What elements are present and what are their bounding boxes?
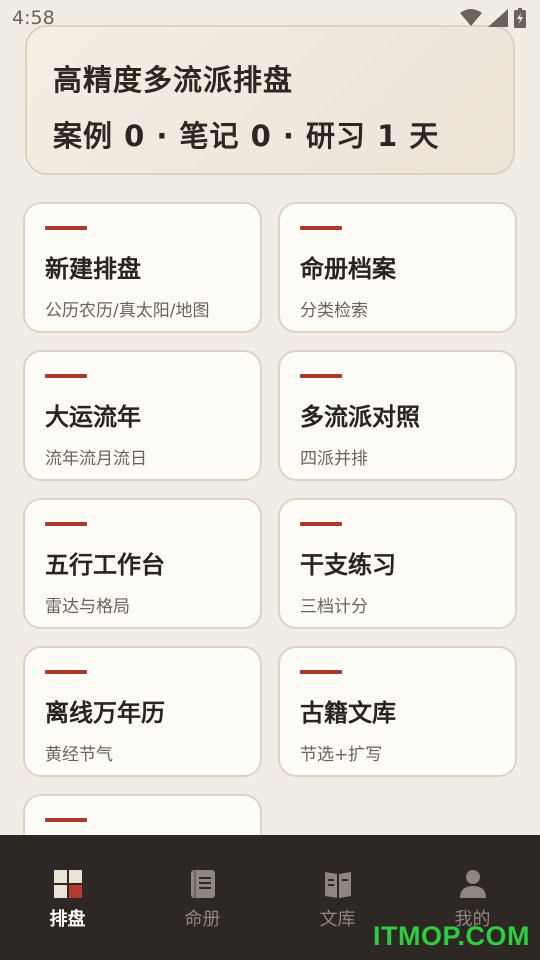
tab-archive[interactable]: 命册 [135, 835, 270, 960]
card-accent-bar [300, 670, 342, 674]
card-accent-bar [300, 522, 342, 526]
card-accent-bar [45, 670, 87, 674]
card-title: 命册档案 [300, 255, 396, 283]
cell-signal-icon [488, 9, 508, 27]
stats-summary: 案例 0 · 笔记 0 · 研习 1 天 [53, 119, 440, 153]
card-subtitle: 三档计分 [300, 597, 368, 617]
book-icon [188, 869, 218, 899]
person-icon [458, 869, 488, 899]
card-title: 干支练习 [300, 551, 396, 579]
card-title: 离线万年历 [45, 699, 165, 727]
school-compare-card[interactable]: 多流派对照 四派并排 [278, 350, 517, 481]
card-subtitle: 雷达与格局 [45, 597, 130, 617]
status-bar: 4:58 [0, 0, 540, 36]
page-title: 高精度多流派排盘 [53, 63, 294, 97]
tab-label: 命册 [184, 909, 221, 930]
chart-grid-icon [53, 869, 83, 899]
wifi-icon [460, 9, 482, 26]
card-accent-bar [45, 374, 87, 378]
archive-card[interactable]: 命册档案 分类检索 [278, 202, 517, 333]
battery-icon [514, 8, 526, 28]
library-icon [323, 869, 353, 899]
card-accent-bar [300, 226, 342, 230]
card-subtitle: 分类检索 [300, 301, 368, 321]
classics-library-card[interactable]: 古籍文库 节选+扩写 [278, 646, 517, 777]
card-accent-bar [45, 226, 87, 230]
ganzhi-practice-card[interactable]: 干支练习 三档计分 [278, 498, 517, 629]
tab-chart[interactable]: 排盘 [0, 835, 135, 960]
card-title: 多流派对照 [300, 403, 420, 431]
status-icons [460, 8, 526, 28]
calendar-card[interactable]: 离线万年历 黄经节气 [23, 646, 262, 777]
tab-label: 文库 [319, 909, 356, 930]
card-subtitle: 公历农历/真太阳/地图 [45, 301, 210, 321]
summary-header-card: 高精度多流派排盘 案例 0 · 笔记 0 · 研习 1 天 [25, 25, 515, 175]
card-accent-bar [300, 374, 342, 378]
feature-grid: 新建排盘 公历农历/真太阳/地图 命册档案 分类检索 大运流年 流年流月流日 多… [23, 202, 517, 854]
status-time: 4:58 [12, 7, 55, 29]
five-elements-card[interactable]: 五行工作台 雷达与格局 [23, 498, 262, 629]
card-subtitle: 节选+扩写 [300, 745, 383, 765]
card-accent-bar [45, 818, 87, 822]
card-subtitle: 四派并排 [300, 449, 368, 469]
card-subtitle: 流年流月流日 [45, 449, 147, 469]
card-title: 古籍文库 [300, 699, 396, 727]
card-title: 新建排盘 [45, 255, 141, 283]
card-subtitle: 黄经节气 [45, 745, 113, 765]
fortune-cycle-card[interactable]: 大运流年 流年流月流日 [23, 350, 262, 481]
card-title: 大运流年 [45, 403, 141, 431]
new-chart-card[interactable]: 新建排盘 公历农历/真太阳/地图 [23, 202, 262, 333]
card-title: 五行工作台 [45, 551, 165, 579]
watermark: ITMOP.COM [372, 921, 530, 951]
tab-label: 排盘 [49, 909, 86, 930]
card-accent-bar [45, 522, 87, 526]
